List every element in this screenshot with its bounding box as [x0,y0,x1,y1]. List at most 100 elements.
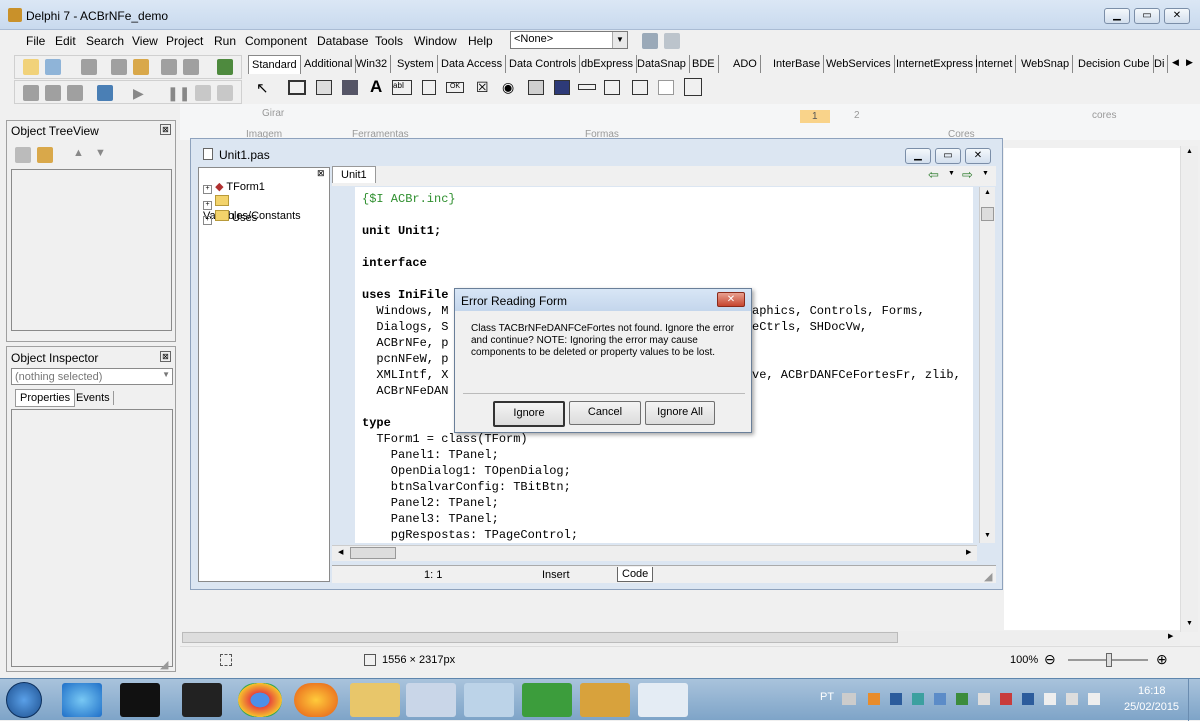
editor-close-button[interactable]: ✕ [965,148,991,164]
checkbox-icon[interactable]: ☒ [476,79,489,96]
scroll-right-icon[interactable]: ▶ [966,548,971,556]
scroll-up-icon[interactable]: ▲ [984,189,991,196]
panel-icon[interactable] [658,80,674,95]
menu-tools[interactable]: Tools [375,34,403,48]
actionlist-icon[interactable] [684,78,702,96]
explorer-icon[interactable] [350,683,400,717]
tab-webservices[interactable]: WebServices [823,55,895,73]
pointer-icon[interactable]: ↖ [256,79,269,97]
button-icon[interactable]: OK [446,82,464,93]
forward-arrow-icon[interactable]: ⇨ [962,167,973,183]
back-arrow-icon[interactable]: ⇦ [928,167,939,183]
tab-ado[interactable]: ADO [730,55,761,73]
background-vertical-scrollbar[interactable]: ▲ ▼ [1180,146,1198,632]
menu-run[interactable]: Run [214,34,236,48]
tab-decision-cube[interactable]: Decision Cube [1075,55,1154,73]
menu-project[interactable]: Project [166,34,203,48]
tray-app-icon[interactable] [956,693,968,705]
tray-app-icon[interactable] [912,693,924,705]
tab-websnap[interactable]: WebSnap [1018,55,1074,73]
scroll-up-icon[interactable]: ▲ [1186,148,1193,155]
scroll-right-icon[interactable]: ▶ [1168,632,1173,640]
popupmenu-icon[interactable] [342,80,358,95]
menu-file[interactable]: File [26,34,45,48]
minimize-button[interactable]: ▁ [1104,8,1130,24]
inspector-grid[interactable] [11,409,173,667]
tray-app-icon[interactable] [890,693,902,705]
volume-icon[interactable] [978,693,990,705]
ignore-all-button[interactable]: Ignore All [645,401,715,425]
resize-grip-icon[interactable]: ◢ [984,570,992,583]
hscroll-thumb[interactable] [182,632,898,643]
close-icon[interactable]: ⊠ [160,124,171,135]
resize-grip-icon[interactable]: ◢ [160,658,168,671]
menu-edit[interactable]: Edit [55,34,76,48]
groupbox-icon[interactable] [604,80,620,95]
delete-item-icon[interactable] [37,147,53,163]
desktop-combo[interactable]: <None> ▼ [510,31,628,49]
arrow-up-icon[interactable]: ▲ [73,147,84,159]
remove-file-icon[interactable] [183,59,199,75]
label-icon[interactable]: A [370,77,382,97]
expand-icon[interactable]: + [203,201,212,210]
tab-unit1[interactable]: Unit1 [332,166,376,183]
tab-system[interactable]: System [394,55,438,73]
keyboard-icon[interactable] [842,693,856,705]
zoom-slider[interactable] [1068,653,1148,667]
close-icon[interactable]: ⊠ [160,351,171,362]
frames-icon[interactable] [288,80,306,95]
flag-icon[interactable] [1044,693,1056,705]
view-unit-icon[interactable] [23,85,39,101]
firefox-icon[interactable] [294,683,338,717]
tab-properties[interactable]: Properties [15,389,76,407]
dialog-close-button[interactable]: ✕ [717,292,745,307]
editor-vertical-scrollbar[interactable]: ▲ ▼ [979,187,995,543]
trace-into-icon[interactable] [195,85,211,101]
tab-standard[interactable]: Standard [248,55,301,74]
network-icon[interactable] [1088,693,1100,705]
tab-data-access[interactable]: Data Access [438,55,507,73]
zoom-in-icon[interactable]: ⊕ [1156,651,1168,668]
combobox-icon[interactable] [554,80,570,95]
explorer-close-icon[interactable]: ⊠ [317,168,325,179]
scroll-down-icon[interactable]: ▼ [1186,620,1193,627]
treeview-area[interactable] [11,169,172,331]
menu-database[interactable]: Database [317,34,368,48]
chrome-icon[interactable] [238,683,282,717]
tab-internet[interactable]: Internet [972,55,1017,73]
delphi-icon[interactable] [580,683,630,717]
menu-view[interactable]: View [132,34,158,48]
listbox-icon[interactable] [528,80,544,95]
maximize-button[interactable]: ▭ [1134,8,1160,24]
clock-date[interactable]: 25/02/2015 [1124,701,1179,713]
editor-horizontal-scrollbar[interactable]: ◀ ▶ [332,545,977,561]
menu-help[interactable]: Help [468,34,493,48]
scrollbar-icon[interactable] [578,84,596,90]
tab-internetexpress[interactable]: InternetExpress [893,55,978,73]
edit-icon[interactable]: abI [392,80,412,95]
toggle-form-unit-icon[interactable] [67,85,83,101]
new-item-icon[interactable] [15,147,31,163]
new-form-icon[interactable] [97,85,113,101]
radiobutton-icon[interactable]: ◉ [502,79,514,96]
tree-node-uses[interactable]: + Uses [203,210,257,225]
close-button[interactable]: ✕ [1164,8,1190,24]
tab-di[interactable]: Di [1151,55,1169,73]
expand-icon[interactable]: + [203,185,212,194]
mainmenu-icon[interactable] [316,80,332,95]
help-book-icon[interactable] [217,59,233,75]
clock-time[interactable]: 16:18 [1138,685,1166,697]
language-indicator[interactable]: PT [820,691,834,703]
tab-events[interactable]: Events [73,391,114,405]
ignore-button[interactable]: Ignore [493,401,565,427]
radiogroup-icon[interactable] [632,80,648,95]
ie-icon[interactable] [62,683,102,717]
tab-interbase[interactable]: InterBase [770,55,825,73]
add-file-icon[interactable] [161,59,177,75]
save-icon[interactable] [81,59,97,75]
chevron-down-icon[interactable]: ▼ [612,32,627,48]
step-over-icon[interactable] [217,85,233,101]
tab-bde[interactable]: BDE [689,55,719,73]
tab-additional[interactable]: Additional [301,55,357,73]
editor-maximize-button[interactable]: ▭ [935,148,961,164]
